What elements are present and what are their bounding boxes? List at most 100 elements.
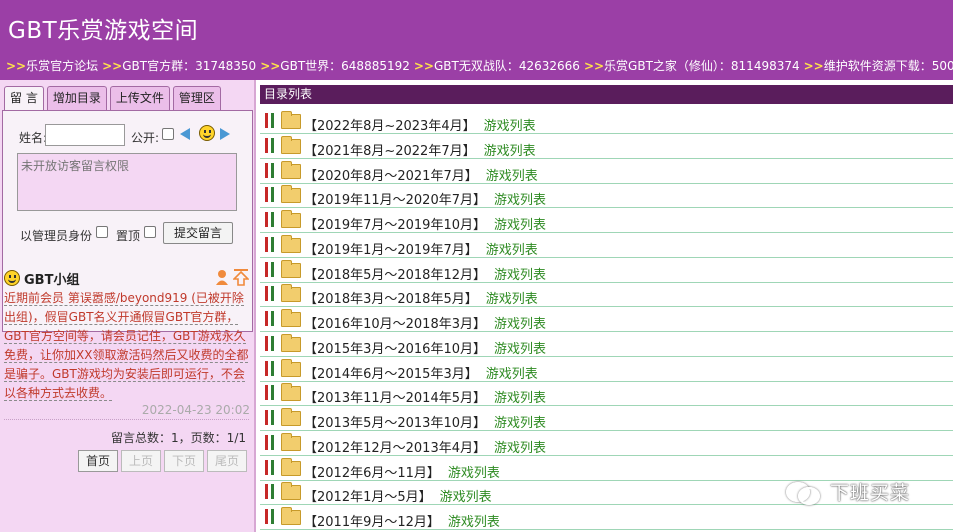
next-page-button[interactable]: 下页 bbox=[164, 450, 204, 472]
next-emoji-icon[interactable] bbox=[220, 128, 230, 140]
directory-name[interactable]: 【2014年6月～2015年3月】 游戏列表 bbox=[304, 363, 538, 382]
folder-icon[interactable] bbox=[281, 309, 301, 327]
sort-icon[interactable] bbox=[264, 335, 278, 352]
directory-title[interactable]: 【2011年9月～12月】 bbox=[304, 515, 440, 530]
directory-name[interactable]: 【2021年8月~2022年7月】 游戏列表 bbox=[304, 140, 536, 159]
directory-title[interactable]: 【2013年11月～2014年5月】 bbox=[304, 391, 486, 406]
sort-icon[interactable] bbox=[264, 509, 278, 525]
ticker-item[interactable]: 乐赏官方论坛 bbox=[26, 59, 98, 73]
sort-icon[interactable] bbox=[264, 162, 278, 179]
directory-row[interactable]: 【2021年8月~2022年7月】 游戏列表 bbox=[260, 135, 953, 159]
directory-name[interactable]: 【2013年5月～2013年10月】 游戏列表 bbox=[304, 412, 546, 431]
directory-title[interactable]: 【2022年8月~2023年4月】 bbox=[304, 119, 476, 134]
ticker-item[interactable]: GBT官方群：31748350 bbox=[122, 59, 256, 73]
directory-row[interactable]: 【2019年1月～2019年7月】 游戏列表 bbox=[260, 234, 953, 258]
directory-name[interactable]: 【2013年11月～2014年5月】 游戏列表 bbox=[304, 387, 546, 406]
directory-name[interactable]: 【2012年1月～5月】 游戏列表 bbox=[304, 486, 492, 505]
sort-icon[interactable] bbox=[264, 261, 278, 278]
directory-name[interactable]: 【2015年3月～2016年10月】 游戏列表 bbox=[304, 338, 546, 357]
directory-title[interactable]: 【2018年5月～2018年12月】 bbox=[304, 268, 486, 283]
game-list-link[interactable]: 游戏列表 bbox=[494, 416, 546, 431]
directory-title[interactable]: 【2019年11月～2020年7月】 bbox=[304, 193, 486, 208]
game-list-link[interactable]: 游戏列表 bbox=[494, 218, 546, 233]
game-list-link[interactable]: 游戏列表 bbox=[486, 292, 538, 307]
last-page-button[interactable]: 尾页 bbox=[207, 450, 247, 472]
directory-row[interactable]: 【2016年10月～2018年3月】 游戏列表 bbox=[260, 308, 953, 332]
directory-name[interactable]: 【2018年3月～2018年5月】 游戏列表 bbox=[304, 288, 538, 307]
folder-icon[interactable] bbox=[281, 111, 301, 129]
sort-icon[interactable] bbox=[264, 187, 278, 203]
sort-icon[interactable] bbox=[264, 434, 278, 451]
directory-title[interactable]: 【2015年3月～2016年10月】 bbox=[304, 342, 486, 357]
top-arrow-icon[interactable] bbox=[233, 268, 249, 286]
directory-row[interactable]: 【2011年9月～12月】 游戏列表 bbox=[260, 506, 953, 530]
sort-icon[interactable] bbox=[264, 137, 278, 154]
name-input[interactable] bbox=[45, 124, 125, 146]
message-textarea[interactable] bbox=[17, 153, 237, 211]
pin-checkbox[interactable] bbox=[144, 226, 156, 238]
game-list-link[interactable]: 游戏列表 bbox=[484, 119, 536, 134]
directory-name[interactable]: 【2012年6月～11月】 游戏列表 bbox=[304, 462, 500, 481]
folder-icon[interactable] bbox=[281, 507, 301, 525]
sort-icon[interactable] bbox=[264, 286, 278, 302]
folder-icon[interactable] bbox=[281, 135, 301, 154]
directory-name[interactable]: 【2018年5月～2018年12月】 游戏列表 bbox=[304, 264, 546, 283]
sort-icon[interactable] bbox=[264, 360, 278, 377]
directory-row[interactable]: 【2018年5月～2018年12月】 游戏列表 bbox=[260, 259, 953, 283]
sort-icon[interactable] bbox=[264, 212, 278, 228]
directory-title[interactable]: 【2016年10月～2018年3月】 bbox=[304, 317, 486, 332]
sort-icon[interactable] bbox=[264, 484, 278, 500]
directory-title[interactable]: 【2012年6月～11月】 bbox=[304, 466, 440, 481]
directory-name[interactable]: 【2022年8月~2023年4月】 游戏列表 bbox=[304, 115, 536, 134]
sort-icon[interactable] bbox=[264, 236, 278, 253]
directory-title[interactable]: 【2018年3月～2018年5月】 bbox=[304, 292, 478, 307]
public-checkbox[interactable] bbox=[162, 128, 174, 140]
directory-title[interactable]: 【2013年5月～2013年10月】 bbox=[304, 416, 486, 431]
directory-row[interactable]: 【2019年7月～2019年10月】 游戏列表 bbox=[260, 209, 953, 233]
folder-icon[interactable] bbox=[281, 358, 301, 377]
ticker-item[interactable]: GBT世界：648885192 bbox=[280, 59, 410, 73]
directory-title[interactable]: 【2019年1月～2019年7月】 bbox=[304, 243, 478, 258]
directory-title[interactable]: 【2020年8月～2021年7月】 bbox=[304, 169, 478, 184]
first-page-button[interactable]: 首页 bbox=[78, 450, 118, 472]
admin-checkbox[interactable] bbox=[96, 226, 108, 238]
directory-row[interactable]: 【2012年12月～2013年4月】 游戏列表 bbox=[260, 432, 953, 456]
directory-row[interactable]: 【2019年11月～2020年7月】 游戏列表 bbox=[260, 184, 953, 209]
directory-title[interactable]: 【2019年7月～2019年10月】 bbox=[304, 218, 486, 233]
game-list-link[interactable]: 游戏列表 bbox=[486, 243, 538, 258]
directory-name[interactable]: 【2019年7月～2019年10月】 游戏列表 bbox=[304, 214, 546, 233]
ticker-item[interactable]: GBT无双战队：42632666 bbox=[434, 59, 580, 73]
folder-icon[interactable] bbox=[281, 432, 301, 451]
game-list-link[interactable]: 游戏列表 bbox=[494, 441, 546, 456]
directory-row[interactable]: 【2020年8月～2021年7月】 游戏列表 bbox=[260, 160, 953, 184]
directory-row[interactable]: 【2022年8月~2023年4月】 游戏列表 bbox=[260, 110, 953, 134]
game-list-link[interactable]: 游戏列表 bbox=[494, 317, 546, 332]
sort-icon[interactable] bbox=[264, 385, 278, 401]
tab-upload-file[interactable]: 上传文件 bbox=[109, 86, 170, 110]
game-list-link[interactable]: 游戏列表 bbox=[484, 144, 536, 159]
folder-icon[interactable] bbox=[281, 284, 301, 303]
directory-name[interactable]: 【2019年1月～2019年7月】 游戏列表 bbox=[304, 239, 538, 258]
game-list-link[interactable]: 游戏列表 bbox=[440, 490, 492, 505]
folder-icon[interactable] bbox=[281, 333, 301, 352]
folder-icon[interactable] bbox=[281, 482, 301, 501]
sort-icon[interactable] bbox=[264, 459, 278, 476]
game-list-link[interactable]: 游戏列表 bbox=[448, 515, 500, 530]
sort-icon[interactable] bbox=[264, 410, 278, 426]
game-list-link[interactable]: 游戏列表 bbox=[486, 169, 538, 184]
sort-icon[interactable] bbox=[264, 113, 278, 129]
directory-title[interactable]: 【2012年1月～5月】 bbox=[304, 490, 432, 505]
ticker-item[interactable]: 维护软件资源下载：500999774 bbox=[824, 59, 953, 73]
folder-icon[interactable] bbox=[281, 383, 301, 402]
tab-admin[interactable]: 管理区 bbox=[172, 86, 221, 110]
smiley-icon[interactable] bbox=[199, 125, 215, 141]
folder-icon[interactable] bbox=[281, 234, 301, 253]
directory-row[interactable]: 【2013年5月～2013年10月】 游戏列表 bbox=[260, 407, 953, 431]
game-list-link[interactable]: 游戏列表 bbox=[494, 391, 546, 406]
prev-emoji-icon[interactable] bbox=[180, 128, 190, 140]
game-list-link[interactable]: 游戏列表 bbox=[494, 342, 546, 357]
directory-name[interactable]: 【2020年8月～2021年7月】 游戏列表 bbox=[304, 165, 538, 184]
user-icon[interactable] bbox=[215, 269, 229, 285]
folder-icon[interactable] bbox=[281, 210, 301, 228]
directory-row[interactable]: 【2014年6月～2015年3月】 游戏列表 bbox=[260, 358, 953, 382]
